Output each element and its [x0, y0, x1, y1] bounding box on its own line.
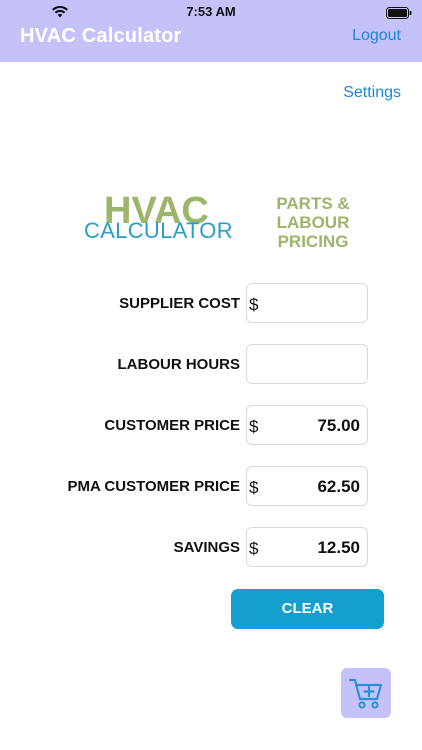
supplier-cost-row: SUPPLIER COST $ — [0, 283, 422, 325]
parts-labour-pricing-heading: PARTS & LABOUR PRICING — [262, 194, 364, 251]
app-title: HVAC Calculator — [20, 25, 182, 47]
currency-symbol: $ — [249, 417, 259, 436]
top-bar: 7:53 AM HVAC Calculator Logout — [0, 0, 422, 62]
pma-customer-price-value: 62.50 — [317, 477, 360, 496]
pricing-line-1: PARTS & — [276, 194, 350, 213]
labour-hours-row: LABOUR HOURS — [0, 344, 422, 386]
savings-value: 12.50 — [317, 538, 360, 557]
pma-customer-price-label: PMA CUSTOMER PRICE — [67, 478, 240, 495]
cart-add-icon — [348, 678, 383, 709]
customer-price-field[interactable]: $ 75.00 — [246, 405, 368, 445]
clear-button[interactable]: CLEAR — [231, 589, 384, 629]
supplier-cost-input[interactable]: $ — [246, 283, 368, 323]
logout-button[interactable]: Logout — [352, 27, 401, 45]
savings-row: SAVINGS $ 12.50 — [0, 527, 422, 569]
add-to-cart-button[interactable] — [341, 668, 391, 718]
status-bar: 7:53 AM — [0, 0, 422, 22]
currency-symbol: $ — [249, 478, 259, 497]
currency-symbol: $ — [249, 539, 259, 558]
logo-calculator-text: CALCULATOR — [84, 218, 233, 243]
currency-symbol: $ — [249, 295, 259, 314]
labour-hours-label: LABOUR HOURS — [117, 356, 241, 373]
labour-hours-input[interactable] — [246, 344, 368, 384]
pricing-line-3: PRICING — [277, 232, 349, 251]
settings-link[interactable]: Settings — [343, 84, 401, 102]
customer-price-value: 75.00 — [317, 416, 360, 435]
pricing-line-2: LABOUR — [276, 213, 350, 232]
customer-price-label: CUSTOMER PRICE — [104, 417, 240, 434]
hvac-calculator-logo: HVAC CALCULATOR — [80, 192, 240, 252]
savings-field[interactable]: $ 12.50 — [246, 527, 368, 567]
battery-icon — [386, 6, 412, 24]
savings-label: SAVINGS — [173, 539, 240, 556]
pma-customer-price-row: PMA CUSTOMER PRICE $ 62.50 — [0, 466, 422, 508]
customer-price-row: CUSTOMER PRICE $ 75.00 — [0, 405, 422, 447]
status-time: 7:53 AM — [186, 4, 236, 19]
supplier-cost-label: SUPPLIER COST — [119, 295, 240, 312]
pma-customer-price-field[interactable]: $ 62.50 — [246, 466, 368, 506]
